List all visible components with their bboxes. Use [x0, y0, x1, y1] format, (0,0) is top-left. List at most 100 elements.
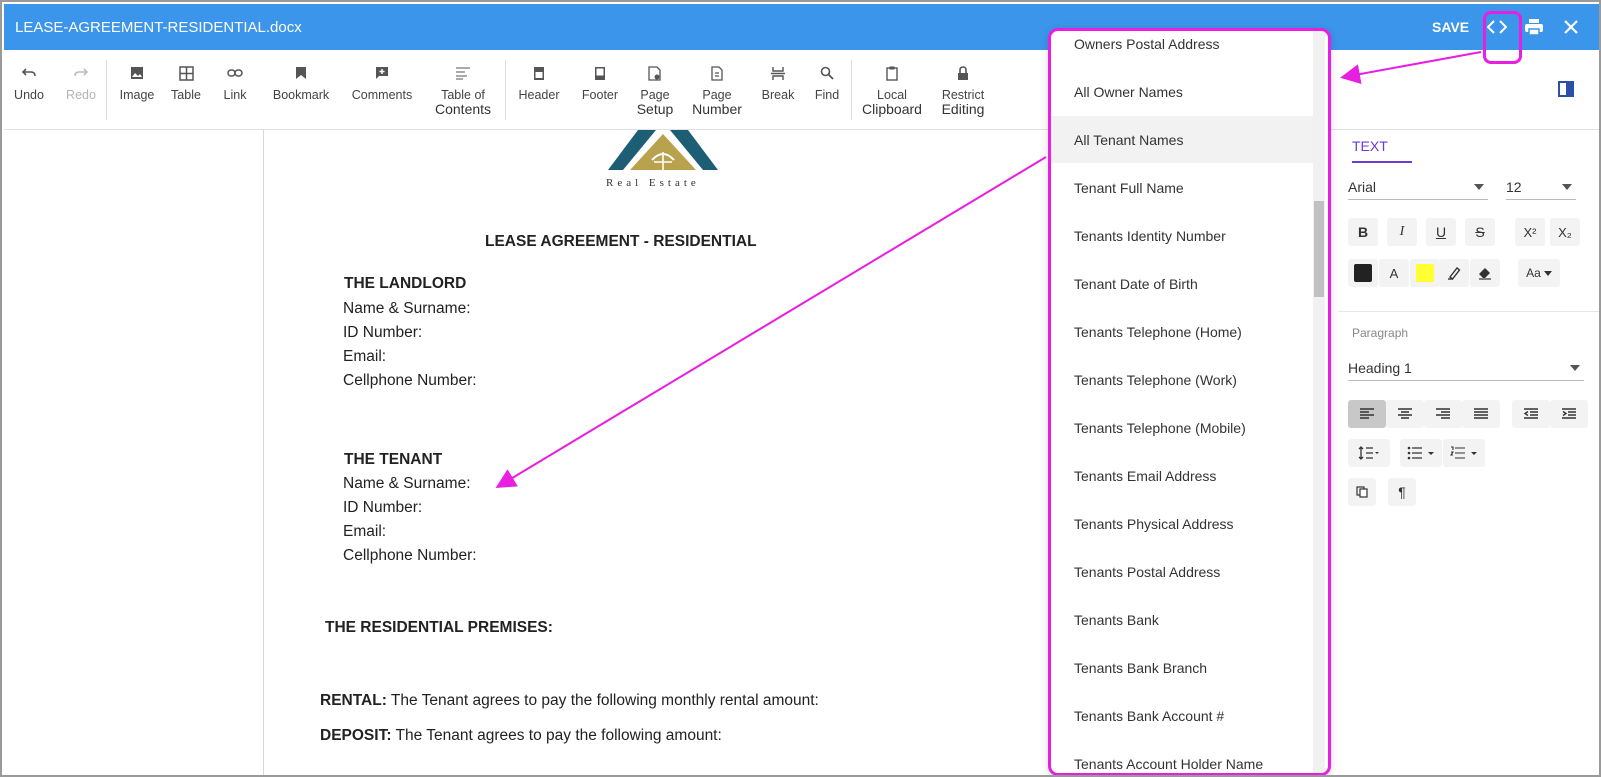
undo-button[interactable]: Undo — [12, 62, 46, 102]
chevron-down-icon — [1543, 270, 1552, 276]
ribbon-toolbar: Undo Redo Image Table Link Bookmark Comm… — [4, 50, 1599, 130]
merge-field-item[interactable]: Tenants Email Address — [1051, 452, 1314, 499]
rental-text: The Tenant agrees to pay the following m… — [386, 692, 819, 709]
indent-icon — [1562, 408, 1576, 419]
footer-icon — [589, 62, 611, 84]
document-title: LEASE-AGREEMENT-RESIDENTIAL.docx — [15, 19, 302, 36]
divider — [505, 60, 506, 120]
search-icon — [816, 62, 838, 84]
font-size-value: 12 — [1506, 179, 1522, 195]
clear-format-button[interactable] — [1470, 259, 1500, 287]
merge-field-item[interactable]: Tenants Bank — [1051, 596, 1314, 643]
align-left-button[interactable] — [1348, 400, 1386, 428]
italic-button[interactable]: I — [1387, 218, 1417, 246]
header-button[interactable]: Header — [517, 62, 561, 102]
page-break-button[interactable]: Break — [758, 62, 798, 102]
merge-field-item[interactable]: Tenants Identity Number — [1051, 212, 1314, 259]
document-canvas[interactable]: Real Estate LEASE AGREEMENT - RESIDENTIA… — [265, 130, 1047, 775]
print-button[interactable] — [1521, 14, 1547, 40]
bullet-list-button[interactable] — [1400, 439, 1442, 467]
align-left-icon — [1360, 408, 1374, 419]
merge-field-item[interactable]: Tenants Postal Address — [1051, 548, 1314, 595]
table-icon — [175, 62, 197, 84]
merge-field-item[interactable]: Tenant Date of Birth — [1051, 260, 1314, 307]
align-right-button[interactable] — [1424, 400, 1462, 428]
font-family-select[interactable]: Arial — [1348, 172, 1488, 200]
toggle-properties-pane-button[interactable] — [1553, 76, 1579, 102]
tab-text[interactable]: TEXT — [1352, 138, 1412, 163]
font-color-swatch-button[interactable] — [1348, 259, 1378, 287]
bookmark-button[interactable]: Bookmark — [271, 62, 331, 102]
change-case-button[interactable]: Aa — [1518, 259, 1560, 287]
divider — [106, 60, 107, 120]
merge-field-item[interactable]: Tenants Telephone (Mobile) — [1051, 404, 1314, 451]
merge-field-item[interactable]: All Tenant Names — [1051, 116, 1314, 163]
decrease-indent-button[interactable] — [1512, 400, 1550, 428]
divider — [1338, 311, 1599, 312]
local-clipboard-button[interactable]: Local Clipboard — [860, 62, 924, 116]
find-button[interactable]: Find — [811, 62, 843, 102]
close-button[interactable] — [1558, 14, 1584, 40]
subscript-button[interactable]: X₂ — [1550, 218, 1580, 246]
app-window: LEASE-AGREEMENT-RESIDENTIAL.docx SAVE Un… — [0, 0, 1601, 777]
merge-field-item[interactable]: Tenant Full Name — [1051, 164, 1314, 211]
page-setup-button[interactable]: Page Setup — [634, 62, 676, 116]
font-color-button[interactable]: A — [1379, 259, 1409, 287]
divider — [851, 60, 852, 120]
merge-field-dropdown: Owners Postal Address All Owner Names All … — [1048, 28, 1331, 775]
page-setup-icon — [644, 62, 666, 84]
merge-field-item[interactable]: Tenants Telephone (Home) — [1051, 308, 1314, 355]
highlighter-icon — [1448, 267, 1461, 280]
restrict-editing-button[interactable]: Restrict Editing — [933, 62, 993, 116]
font-size-select[interactable]: 12 — [1506, 172, 1576, 200]
increase-indent-button[interactable] — [1550, 400, 1588, 428]
paragraph-style-select[interactable]: Heading 1 — [1348, 353, 1584, 381]
bookmark-icon — [290, 62, 312, 84]
insert-table-button[interactable]: Table — [167, 62, 205, 102]
tenant-email-label: Email: — [343, 523, 387, 540]
align-center-button[interactable] — [1386, 400, 1424, 428]
logo-text: Real Estate — [606, 177, 700, 189]
scrollbar-thumb[interactable] — [1314, 201, 1324, 297]
footer-button[interactable]: Footer — [580, 62, 620, 102]
outdent-icon — [1523, 408, 1538, 419]
line-spacing-icon — [1358, 446, 1379, 460]
comments-button[interactable]: Comments — [350, 62, 414, 102]
save-button[interactable]: SAVE — [1432, 19, 1469, 35]
navigation-gutter — [4, 130, 264, 775]
merge-field-item[interactable]: Tenants Account Holder Name — [1051, 740, 1314, 773]
underline-button[interactable]: U — [1426, 218, 1456, 246]
merge-field-item[interactable]: All Owner Names — [1051, 68, 1314, 115]
page-number-button[interactable]: Page Number — [690, 62, 744, 116]
annotation-highlight — [1483, 11, 1522, 64]
properties-panel: TEXT Arial 12 B I U S X² X₂ A Aa Paragra… — [1338, 130, 1599, 775]
merge-field-item[interactable]: Tenants Physical Address — [1051, 500, 1314, 547]
highlight-color-button[interactable] — [1439, 259, 1469, 287]
redo-button[interactable]: Redo — [64, 62, 98, 102]
merge-field-item[interactable]: Owners Postal Address — [1051, 31, 1314, 67]
line-spacing-button[interactable] — [1348, 439, 1390, 467]
merge-field-item[interactable]: Tenants Bank Branch — [1051, 644, 1314, 691]
highlight-swatch-button[interactable] — [1410, 259, 1440, 287]
show-formatting-marks-button[interactable]: ¶ — [1388, 478, 1416, 506]
merge-field-item[interactable]: Tenants Telephone (Work) — [1051, 356, 1314, 403]
strikethrough-button[interactable]: S — [1465, 218, 1495, 246]
table-of-contents-button[interactable]: Table of Contents — [435, 62, 491, 116]
insert-image-button[interactable]: Image — [117, 62, 157, 102]
rental-label: RENTAL: — [320, 692, 387, 709]
justify-button[interactable] — [1462, 400, 1500, 428]
redo-icon — [70, 62, 92, 84]
title-bar: LEASE-AGREEMENT-RESIDENTIAL.docx SAVE — [4, 4, 1599, 50]
superscript-button[interactable]: X² — [1515, 218, 1545, 246]
merge-field-item[interactable]: Tenants Bank Account # — [1051, 692, 1314, 739]
paragraph-label: Paragraph — [1352, 326, 1409, 340]
color-swatch-icon — [1354, 264, 1372, 282]
chevron-down-icon — [1474, 184, 1484, 190]
insert-link-button[interactable]: Link — [219, 62, 251, 102]
deposit-text: The Tenant agrees to pay the following a… — [391, 727, 722, 744]
dropdown-scrollbar[interactable] — [1313, 31, 1325, 773]
paste-format-button[interactable] — [1348, 478, 1376, 506]
bold-button[interactable]: B — [1348, 218, 1378, 246]
numbered-list-button[interactable] — [1443, 439, 1485, 467]
side-panel-icon — [1558, 81, 1574, 97]
